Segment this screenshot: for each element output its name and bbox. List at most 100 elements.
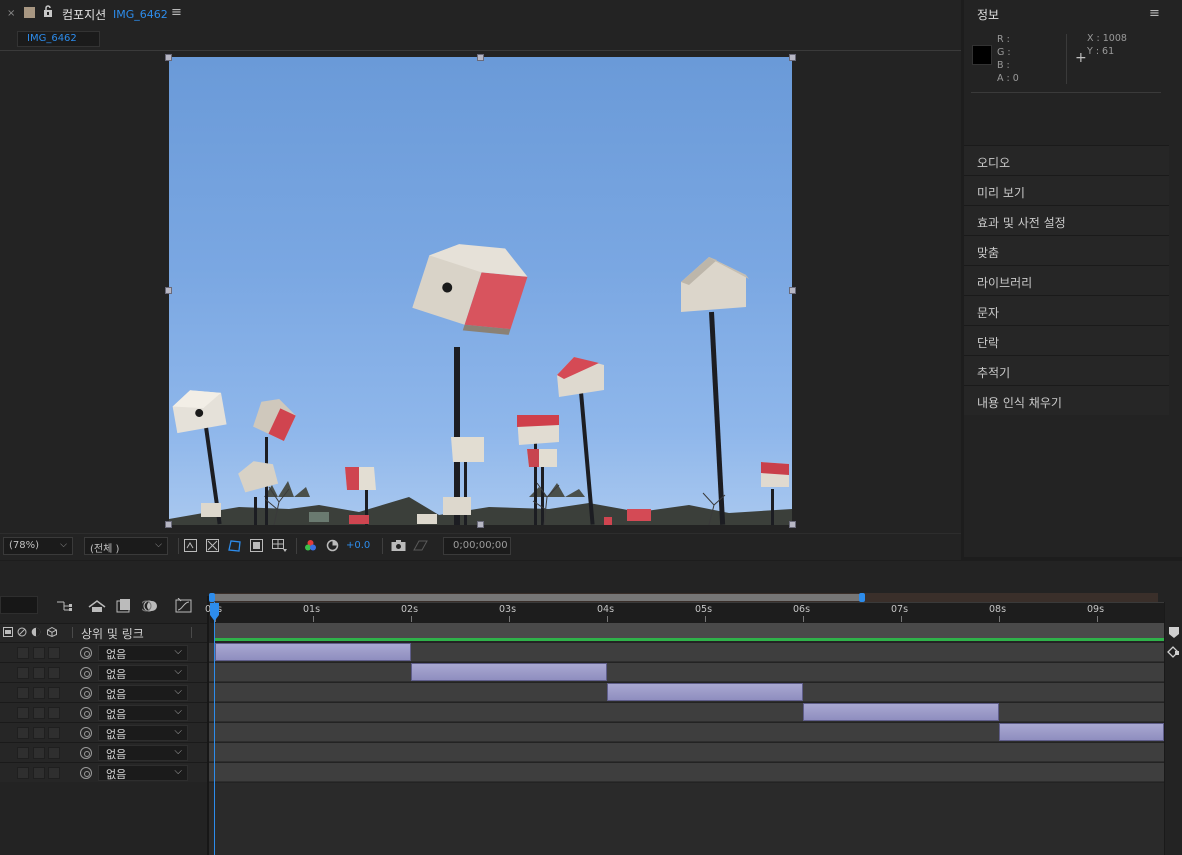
panel-paragraph[interactable]: 단락 xyxy=(964,325,1169,355)
camera-snapshot-icon[interactable] xyxy=(391,539,406,552)
layer-duration-bar[interactable] xyxy=(607,683,803,701)
panel-effects-presets[interactable]: 효과 및 사전 설정 xyxy=(964,205,1169,235)
layer-list-empty-area[interactable] xyxy=(0,783,207,855)
panel-content-aware-fill[interactable]: 내용 인식 채우기 xyxy=(964,385,1169,415)
layer-switch-box[interactable] xyxy=(17,707,29,719)
layer-switch-box[interactable] xyxy=(17,647,29,659)
transform-handle-left[interactable] xyxy=(165,287,172,294)
transform-handle-top-left[interactable] xyxy=(165,54,172,61)
parent-select[interactable]: 없음 ⌵ xyxy=(98,665,188,681)
layer-track[interactable] xyxy=(209,763,1164,782)
time-navigator-start-handle[interactable] xyxy=(209,593,215,602)
layer-switch-box[interactable] xyxy=(48,707,60,719)
layer-duration-bar[interactable] xyxy=(803,703,999,721)
color-channel-icon[interactable] xyxy=(304,539,317,552)
panel-preview[interactable]: 미리 보기 xyxy=(964,175,1169,205)
mask-visibility-icon[interactable] xyxy=(228,539,241,552)
zoom-select[interactable]: (78%) ⌵ xyxy=(3,537,73,555)
layer-row[interactable]: 없음 ⌵ xyxy=(0,662,207,682)
parent-select[interactable]: 없음 ⌵ xyxy=(98,725,188,741)
layer-switch-box[interactable] xyxy=(48,667,60,679)
layer-switch-box[interactable] xyxy=(17,747,29,759)
exposure-value[interactable]: +0.0 xyxy=(346,540,370,551)
pick-whip-icon[interactable] xyxy=(80,747,92,759)
transform-handle-bottom-right[interactable] xyxy=(789,521,796,528)
layer-switch-box[interactable] xyxy=(48,647,60,659)
layer-switch-box[interactable] xyxy=(33,727,45,739)
layer-switch-box[interactable] xyxy=(17,687,29,699)
layer-track[interactable] xyxy=(209,663,1164,682)
layer-switch-box[interactable] xyxy=(33,667,45,679)
lock-icon[interactable] xyxy=(43,5,53,18)
timeline-scroll-gutter[interactable] xyxy=(1164,602,1182,855)
panel-libraries[interactable]: 라이브러리 xyxy=(964,265,1169,295)
playhead-handle[interactable] xyxy=(209,603,220,621)
layer-row[interactable]: 없음 ⌵ xyxy=(0,742,207,762)
parent-select[interactable]: 없음 ⌵ xyxy=(98,765,188,781)
layer-switch-box[interactable] xyxy=(33,707,45,719)
shy-layers-icon[interactable] xyxy=(88,598,106,614)
transform-handle-right[interactable] xyxy=(789,287,796,294)
resolution-select[interactable]: (전체 ) ⌵ xyxy=(84,537,168,555)
layer-track[interactable] xyxy=(209,723,1164,742)
audio-switch-icon[interactable] xyxy=(17,627,27,637)
frame-blending-icon[interactable] xyxy=(115,598,133,614)
pick-whip-icon[interactable] xyxy=(80,727,92,739)
motion-blur-icon[interactable] xyxy=(140,598,160,614)
layer-row[interactable]: 없음 ⌵ xyxy=(0,642,207,662)
transparency-grid-icon[interactable] xyxy=(206,539,219,552)
layer-track[interactable] xyxy=(209,643,1164,662)
layer-row[interactable]: 없음 ⌵ xyxy=(0,682,207,702)
pick-whip-icon[interactable] xyxy=(80,647,92,659)
layer-switch-box[interactable] xyxy=(33,747,45,759)
pick-whip-icon[interactable] xyxy=(80,667,92,679)
layer-row[interactable]: 없음 ⌵ xyxy=(0,762,207,782)
pick-whip-icon[interactable] xyxy=(80,687,92,699)
layer-track[interactable] xyxy=(209,683,1164,702)
composition-tab[interactable]: IMG_6462 xyxy=(17,31,100,47)
info-panel-title[interactable]: 정보 xyxy=(977,6,999,23)
panel-menu-icon[interactable]: ≡ xyxy=(1149,6,1160,21)
layer-track[interactable] xyxy=(209,743,1164,762)
parent-select[interactable]: 없음 ⌵ xyxy=(98,745,188,761)
timeline-search-input[interactable] xyxy=(0,596,38,614)
layer-switch-box[interactable] xyxy=(48,767,60,779)
layer-switch-box[interactable] xyxy=(17,727,29,739)
parent-link-column-label[interactable]: 상위 및 링크 xyxy=(81,625,144,642)
panel-align[interactable]: 맞춤 xyxy=(964,235,1169,265)
parent-select[interactable]: 없음 ⌵ xyxy=(98,645,188,661)
transform-handle-bottom-left[interactable] xyxy=(165,521,172,528)
composition-frame-image[interactable] xyxy=(169,57,792,525)
close-panel-icon[interactable]: × xyxy=(7,8,15,19)
time-navigator-end-handle[interactable] xyxy=(858,593,865,602)
time-ruler[interactable] xyxy=(210,602,1164,623)
playhead-line[interactable] xyxy=(214,602,215,855)
show-snapshot-icon[interactable] xyxy=(413,539,428,552)
panel-tracker[interactable]: 추적기 xyxy=(964,355,1169,385)
layer-row[interactable]: 없음 ⌵ xyxy=(0,722,207,742)
parent-select[interactable]: 없음 ⌵ xyxy=(98,705,188,721)
panel-audio[interactable]: 오디오 xyxy=(964,145,1169,175)
reset-exposure-icon[interactable] xyxy=(326,539,339,552)
fast-previews-icon[interactable] xyxy=(184,539,197,552)
transform-handle-bottom[interactable] xyxy=(477,521,484,528)
layer-switch-box[interactable] xyxy=(48,687,60,699)
region-of-interest-icon[interactable] xyxy=(250,539,263,552)
graph-editor-icon[interactable] xyxy=(175,597,193,614)
transform-handle-top-right[interactable] xyxy=(789,54,796,61)
layer-duration-bar[interactable] xyxy=(215,643,411,661)
pick-whip-icon[interactable] xyxy=(80,707,92,719)
panel-character[interactable]: 문자 xyxy=(964,295,1169,325)
time-navigator-range[interactable] xyxy=(214,594,862,601)
layer-switch-box[interactable] xyxy=(33,687,45,699)
layer-duration-bar[interactable] xyxy=(999,723,1164,741)
layer-switch-box[interactable] xyxy=(17,667,29,679)
layer-row[interactable]: 없음 ⌵ xyxy=(0,702,207,722)
layer-switch-box[interactable] xyxy=(33,767,45,779)
timeline-empty-area[interactable] xyxy=(209,783,1164,855)
layer-switch-box[interactable] xyxy=(48,727,60,739)
video-switch-icon[interactable] xyxy=(3,627,13,637)
layer-duration-bar[interactable] xyxy=(411,663,607,681)
layer-switch-box[interactable] xyxy=(17,767,29,779)
pick-whip-icon[interactable] xyxy=(80,767,92,779)
